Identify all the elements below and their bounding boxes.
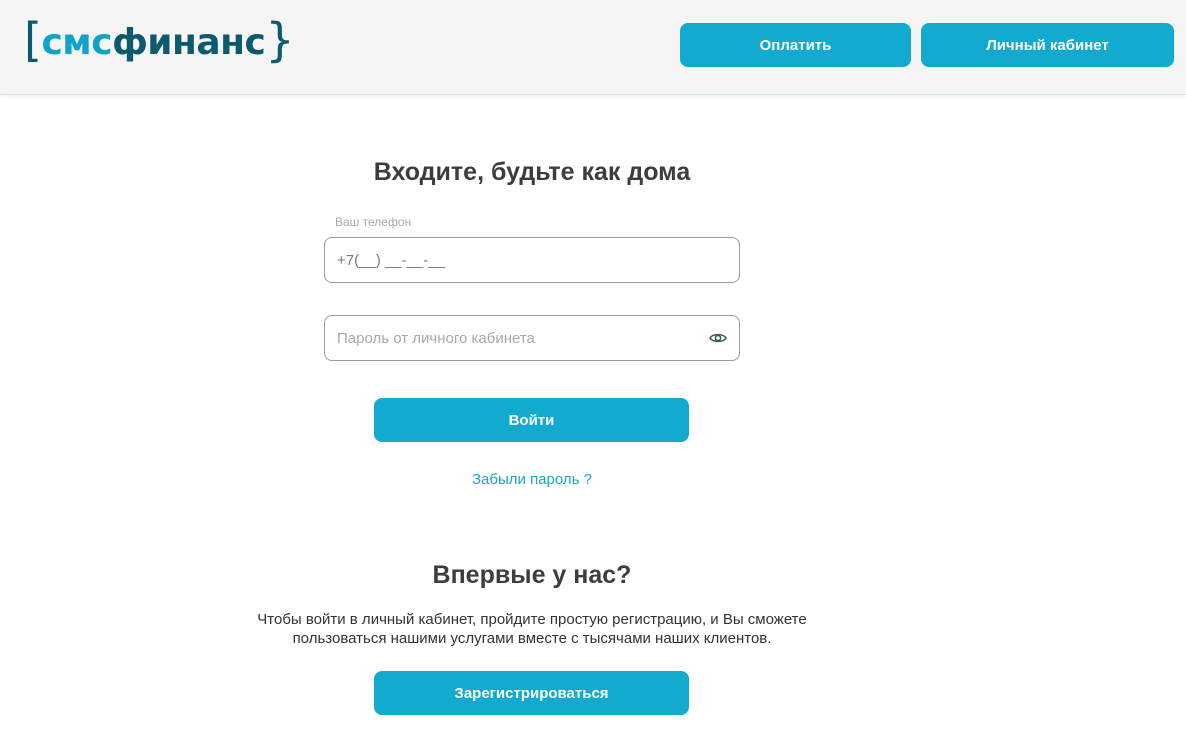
login-title: Входите, будьте как дома [373,158,691,186]
logo[interactable]: [ смс финанс } [24,13,295,70]
logo-bracket-close: } [265,13,295,67]
eye-icon[interactable] [709,331,727,345]
logo-finance: финанс [112,22,266,63]
phone-input[interactable]: +7(__) __-__-__ [324,237,740,283]
login-button[interactable]: Войти [374,398,689,442]
register-description-line-1: Чтобы войти в личный кабинет, пройдите п… [257,611,807,628]
password-input[interactable]: Пароль от личного кабинета [324,315,740,361]
logo-sms: смс [41,22,113,63]
register-description-line-2: пользоваться нашими услугами вместе с ты… [292,630,772,647]
pay-button[interactable]: Оплатить [680,23,911,67]
register-title: Впервые у нас? [432,561,632,589]
phone-label: Ваш телефон [335,215,412,229]
register-button[interactable]: Зарегистрироваться [374,671,689,715]
register-description: Чтобы войти в личный кабинет, пройдите п… [232,610,832,648]
forgot-password-link[interactable]: Забыли пароль ? [0,471,1064,488]
password-placeholder: Пароль от личного кабинета [337,329,535,347]
personal-cabinet-button[interactable]: Личный кабинет [921,23,1174,67]
site-header: [ смс финанс } Оплатить Личный кабинет [0,0,1186,95]
logo-bracket-open: [ [24,13,42,67]
phone-input-value: +7(__) __-__-__ [337,251,445,269]
